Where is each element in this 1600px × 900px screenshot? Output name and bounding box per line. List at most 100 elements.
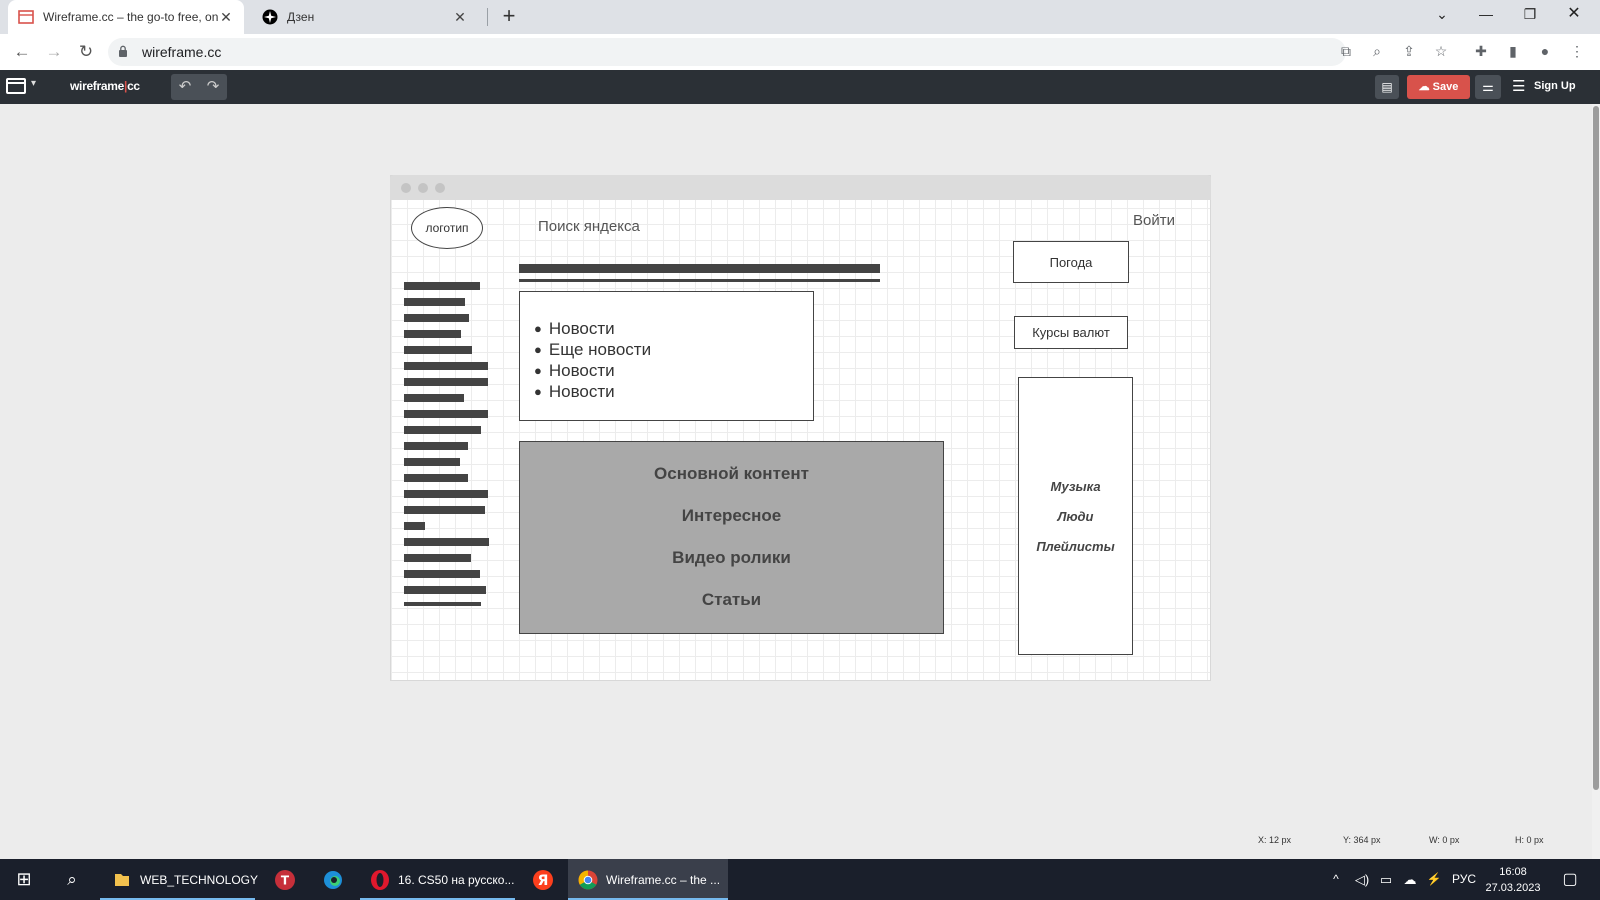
wf-search-underline[interactable] (519, 279, 880, 282)
text-line (404, 458, 460, 466)
network-icon[interactable]: ▭ (1374, 859, 1398, 900)
window-close-icon[interactable]: ✕ (1552, 0, 1596, 30)
wf-search-label[interactable]: Поиск яндекса (538, 218, 640, 235)
battery-icon[interactable]: ⚡ (1422, 859, 1446, 900)
taskbar-label: Wireframe.cc – the ... (606, 872, 721, 887)
wf-currency-box[interactable]: Курсы валют (1014, 316, 1128, 349)
minimize-icon[interactable]: — (1464, 0, 1508, 30)
news-list: Новости Еще новости Новости Новости (534, 318, 813, 402)
onedrive-cloud-icon[interactable]: ☁ (1398, 859, 1422, 900)
close-icon[interactable]: ✕ (218, 9, 234, 26)
wf-main-content-box[interactable]: Основной контент Интересное Видео ролики… (519, 441, 944, 634)
notifications-icon[interactable]: ▢ (1550, 859, 1590, 900)
text-line (404, 506, 485, 514)
main-content-item: Основной контент (654, 464, 809, 483)
bookmark-star-icon[interactable]: ☆ (1430, 40, 1452, 62)
redo-icon[interactable]: ↷ (199, 74, 227, 100)
list-item: Новости (534, 360, 813, 381)
text-line (404, 474, 468, 482)
wf-logo-ellipse[interactable]: логотип (411, 207, 483, 249)
wf-weather-box[interactable]: Погода (1013, 241, 1129, 283)
svg-text:Я: Я (538, 873, 549, 889)
back-icon[interactable]: ← (10, 40, 34, 64)
wf-news-box[interactable]: Новости Еще новости Новости Новости (519, 291, 814, 421)
text-line (404, 426, 481, 434)
address-bar[interactable]: wireframe.cc (108, 38, 1346, 66)
text-line (404, 586, 486, 594)
wf-login-label[interactable]: Войти (1133, 212, 1175, 229)
browser-tab-strip: Wireframe.cc – the go-to free, on ✕ Дзен… (0, 0, 1600, 34)
chevron-up-icon[interactable]: ^ (1324, 859, 1348, 900)
text-line (404, 346, 472, 354)
wf-music-box[interactable]: Музыка Люди Плейлисты (1018, 377, 1133, 655)
text-line (404, 282, 480, 290)
coord-x: X: 12 px (1258, 835, 1292, 845)
translate-icon[interactable]: ⧉ (1335, 40, 1357, 62)
undo-icon[interactable]: ↶ (171, 74, 199, 100)
taskbar-item-yandex[interactable]: Я (520, 859, 566, 900)
chrome-icon (578, 870, 598, 889)
search-icon[interactable]: ⌕ (50, 859, 94, 900)
vertical-scrollbar[interactable] (1592, 104, 1600, 859)
tab-search-icon[interactable]: ⌄ (1420, 0, 1464, 30)
reload-icon[interactable]: ↻ (74, 40, 98, 64)
close-icon[interactable]: ✕ (452, 9, 468, 26)
taskbar-item-edge[interactable] (310, 859, 356, 900)
text-line (404, 554, 471, 562)
music-item: Люди (1057, 509, 1094, 524)
text-line (404, 602, 481, 606)
canvas-type-icon[interactable] (6, 78, 26, 94)
scrollbar-thumb[interactable] (1593, 106, 1599, 790)
yandex-icon: Я (533, 869, 553, 890)
browser-nav-bar: ← → ↻ wireframe.cc ⧉ ⌕ ⇪ ☆ ✚ ▮ ● ⋮ (0, 34, 1600, 70)
taskbar-item-opera[interactable]: 16. CS50 на русско... (360, 859, 515, 900)
share-icon[interactable]: ⇪ (1398, 40, 1420, 62)
tab-dzen[interactable]: Дзен ✕ (252, 0, 478, 34)
coord-w: W: 0 px (1429, 835, 1460, 845)
lock-icon (119, 45, 127, 57)
zoom-icon[interactable]: ⌕ (1366, 40, 1388, 62)
wireframe-favicon (18, 10, 34, 24)
comment-icon[interactable]: ▤ (1375, 75, 1399, 99)
text-line (404, 298, 465, 306)
t-app-icon: T (275, 869, 295, 890)
extensions-icon[interactable]: ✚ (1470, 40, 1492, 62)
taskbar-item-t[interactable]: T (262, 859, 308, 900)
undo-redo-group: ↶ ↷ (171, 74, 227, 100)
hamburger-menu-icon[interactable]: ☰ (1512, 77, 1525, 95)
text-line (404, 442, 468, 450)
windows-start-icon[interactable]: ⊞ (0, 859, 48, 900)
main-content-item: Интересное (681, 506, 782, 525)
save-button[interactable]: ☁ Save (1407, 75, 1470, 99)
new-tab-icon[interactable]: + (496, 4, 522, 30)
volume-icon[interactable]: ◁) (1350, 859, 1374, 900)
wf-search-bar[interactable] (519, 264, 880, 273)
url-text: wireframe.cc (142, 44, 222, 60)
system-clock[interactable]: 16:08 27.03.2023 (1482, 864, 1544, 896)
side-panel-icon[interactable]: ▮ (1502, 40, 1524, 62)
list-item: Новости (534, 381, 813, 402)
taskbar-item-folder[interactable]: WEB_TECHNOLOGY (100, 859, 258, 900)
language-indicator[interactable]: РУС (1446, 859, 1482, 900)
list-item: Еще новости (534, 339, 813, 360)
restore-icon[interactable]: ❐ (1508, 0, 1552, 30)
wf-sidebar-lines[interactable] (404, 282, 494, 608)
opera-icon (371, 869, 389, 890)
taskbar-item-chrome[interactable]: Wireframe.cc – the ... (568, 859, 728, 900)
more-menu-icon[interactable]: ⋮ (1566, 40, 1588, 62)
logo-label: логотип (425, 221, 469, 235)
list-item: Новости (534, 318, 813, 339)
chevron-down-icon[interactable]: ▾ (31, 78, 36, 89)
frame-dot (435, 183, 445, 193)
music-item: Музыка (1050, 479, 1101, 494)
settings-sliders-icon[interactable]: ⚌ (1475, 75, 1501, 99)
profile-avatar-icon[interactable]: ● (1534, 40, 1556, 62)
text-line (404, 330, 461, 338)
tab-wireframe[interactable]: Wireframe.cc – the go-to free, on ✕ (8, 0, 244, 34)
sign-up-link[interactable]: Sign Up (1534, 80, 1576, 92)
text-line (404, 522, 425, 530)
os-taskbar: ⊞ ⌕ WEB_TECHNOLOGY T 16. CS50 на русско.… (0, 859, 1600, 900)
forward-icon[interactable]: → (42, 40, 66, 64)
app-logo[interactable]: wireframe|cc (70, 79, 140, 93)
dzen-favicon (262, 9, 278, 25)
